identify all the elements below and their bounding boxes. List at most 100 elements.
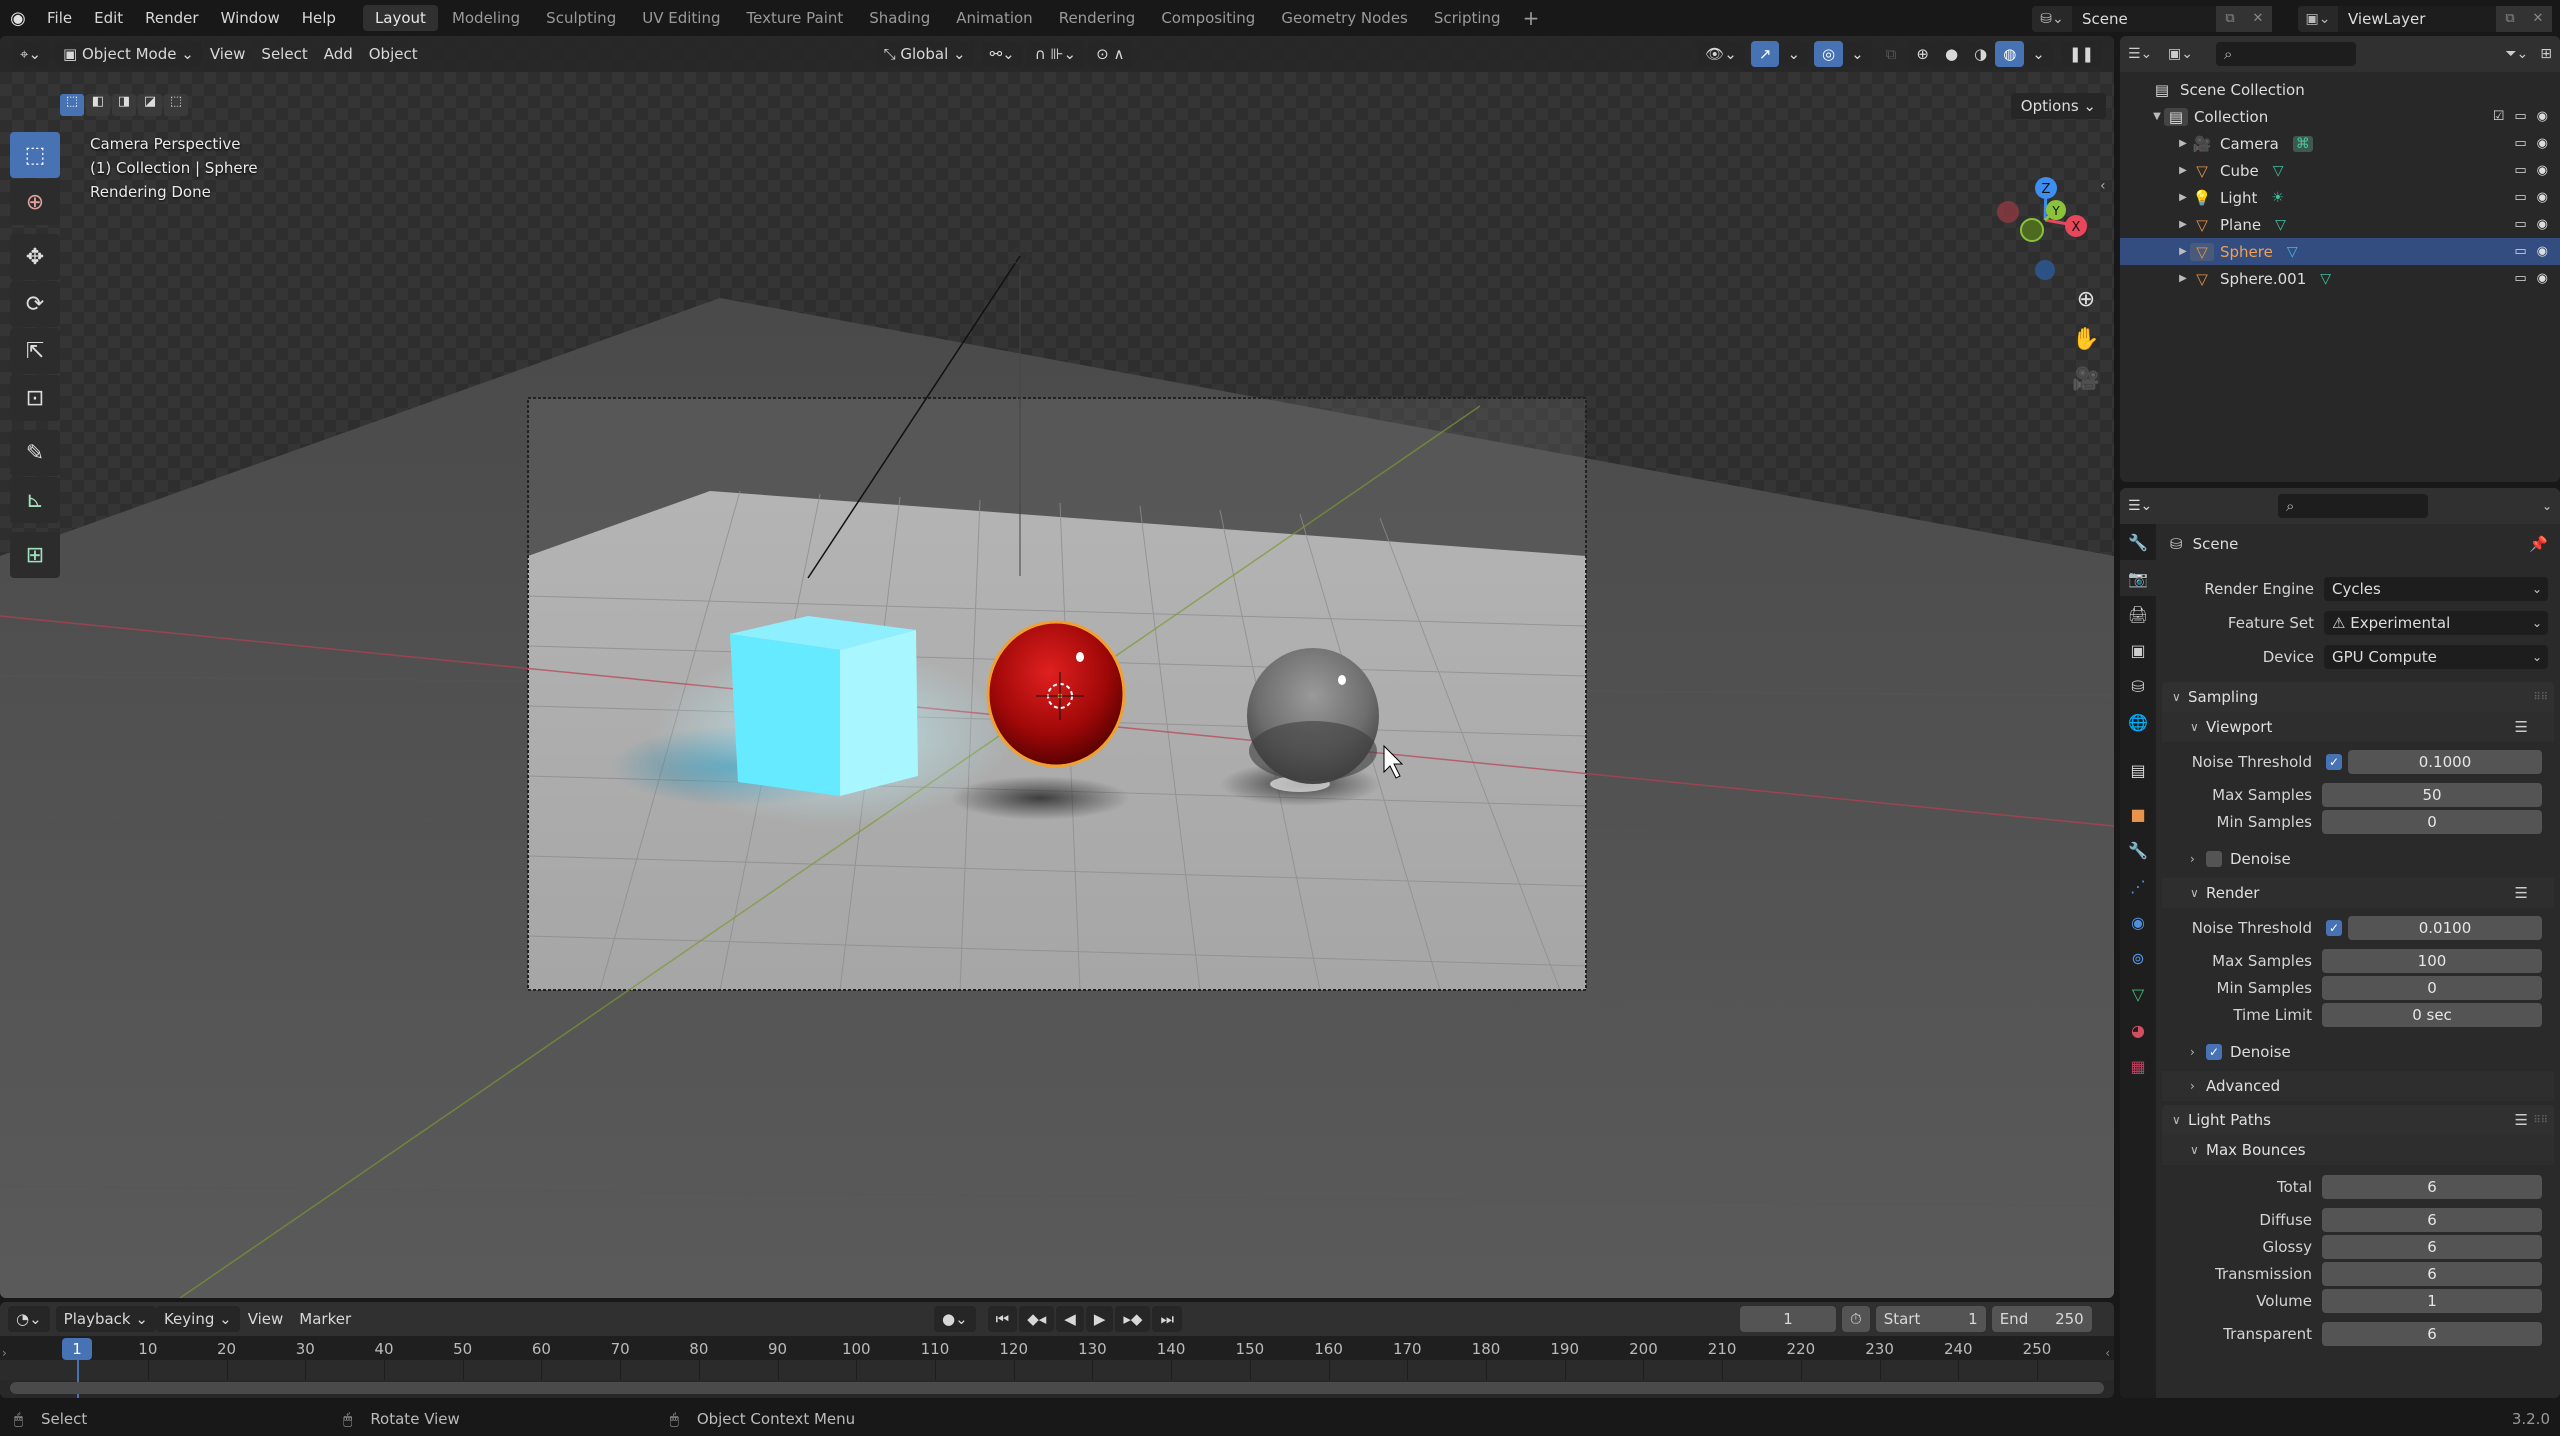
mesh-data-icon[interactable]: ▽ [2320,271,2331,287]
end-frame-field[interactable]: End 250 [1991,1306,2092,1332]
tab-layout[interactable]: Layout [362,5,438,31]
render-time-limit-field[interactable]: 0 sec [2322,1002,2542,1027]
menu-window[interactable]: Window [210,0,291,36]
bounces-volume-field[interactable]: 1 [2322,1288,2542,1313]
shading-dropdown[interactable]: ⌄ [2024,41,2053,67]
pan-view-button[interactable]: ✋ [2068,322,2104,358]
presets-list-icon[interactable]: ☰ [2515,1111,2528,1129]
next-keyframe-button[interactable]: ▸◆ [1115,1306,1151,1332]
shading-rendered[interactable]: ◍ [1995,41,2025,67]
tab-scripting[interactable]: Scripting [1422,5,1513,31]
current-frame-indicator[interactable]: 1 [62,1338,92,1360]
tool-move[interactable]: ✥ [10,234,60,280]
tab-rendering[interactable]: Rendering [1047,5,1148,31]
sampling-header[interactable]: ∨ Sampling ⠿⠿ [2162,682,2554,712]
viewport-max-samples-field[interactable]: 50 [2322,782,2542,807]
overlay-toggle[interactable]: ◎ [1814,41,1844,67]
timeline-ruler[interactable]: 1 10 20 30 40 50 60 70 80 90 100 110 120 130 140 150 16… [0,1336,2114,1360]
collapse-sidebar-icon[interactable]: ‹ [2105,1346,2110,1360]
tab-material[interactable]: ◕ [2120,1012,2156,1048]
tab-physics[interactable]: ◉ [2120,904,2156,940]
viewport-menu-view[interactable]: View [202,41,254,67]
presets-list-icon[interactable]: ☰ [2515,718,2528,736]
timeline-scrollbar[interactable] [10,1382,2104,1394]
viewport-visibility-icon[interactable]: ▭ [2514,109,2526,124]
gizmo-neg-z[interactable] [2035,260,2055,280]
options-dropdown[interactable]: Options ⌄ [2010,93,2106,119]
tab-view-layer[interactable]: ▣ [2120,632,2156,668]
tool-rotate[interactable]: ⟳ [10,281,60,327]
expand-icon[interactable]: ▶ [2176,273,2190,284]
playback-menu[interactable]: Playback ⌄ [55,1306,156,1332]
overlay-dropdown[interactable]: ⌄ [1843,41,1872,67]
jump-end-button[interactable]: ⏭ [1152,1306,1182,1332]
tool-scale[interactable]: ⇱ [10,328,60,374]
sidebar-toggle-icon[interactable]: ‹ [2100,178,2106,194]
render-min-samples-field[interactable]: 0 [2322,975,2542,1000]
display-mode-icon[interactable]: ▣⌄ [2168,46,2208,62]
select-extend-icon[interactable]: ◧ [86,94,110,116]
tab-texture[interactable]: ▦ [2120,1048,2156,1084]
object-mode-dropdown[interactable]: ▣ Object Mode ⌄ [55,41,202,67]
viewport-visibility-icon[interactable]: ▭ [2514,244,2526,259]
drag-grip-icon[interactable]: ⠿⠿ [2533,1115,2548,1126]
mesh-data-icon[interactable]: ▽ [2287,244,2298,260]
bounces-diffuse-field[interactable]: 6 [2322,1207,2542,1232]
expand-icon[interactable]: ▶ [2176,138,2190,149]
render-denoise-checkbox[interactable]: ✓ [2206,1043,2222,1060]
expand-icon[interactable]: ▶ [2176,165,2190,176]
outliner-item-sphere[interactable]: ▶ ▽ Sphere ▽ ▭ ◉ [2120,238,2560,265]
new-collection-icon[interactable]: ⊞ [2540,46,2552,62]
shading-solid[interactable]: ● [1937,41,1967,67]
camera-view-button[interactable]: 🎥 [2068,362,2104,398]
tab-sculpting[interactable]: Sculpting [534,5,628,31]
viewport-menu-add[interactable]: Add [316,41,361,67]
bounces-total-field[interactable]: 6 [2322,1174,2542,1199]
expand-channels-icon[interactable]: › [2,1346,7,1360]
tab-constraints[interactable]: ⊚ [2120,940,2156,976]
viewport-visibility-icon[interactable]: ▭ [2514,271,2526,286]
start-frame-field[interactable]: Start 1 [1875,1306,1986,1332]
timeline-marker-menu[interactable]: Marker [291,1306,359,1332]
device-dropdown[interactable]: GPU Compute ⌄ [2324,645,2548,669]
tab-collection[interactable]: ▤ [2120,752,2156,788]
visibility-dropdown[interactable]: 👁⌄ [1697,41,1745,67]
view-layer-selector[interactable]: ▣⌄ ViewLayer ⧉ ✕ [2298,6,2552,32]
bounces-glossy-field[interactable]: 6 [2322,1234,2542,1259]
tool-transform[interactable]: ⊡ [10,375,60,421]
filter-icon[interactable]: ⏷⌄ [2505,46,2528,62]
viewport-denoise-checkbox[interactable] [2206,850,2222,867]
bounces-transmission-field[interactable]: 6 [2322,1261,2542,1286]
glass-sphere-object[interactable] [1247,648,1379,784]
editor-type-button[interactable]: ⌖⌄ [12,41,50,67]
tab-uv-editing[interactable]: UV Editing [630,5,732,31]
render-visibility-icon[interactable]: ◉ [2537,109,2548,124]
tab-shading[interactable]: Shading [857,5,942,31]
render-visibility-icon[interactable]: ◉ [2537,163,2548,178]
render-visibility-icon[interactable]: ◉ [2537,244,2548,259]
copy-scene-icon[interactable]: ⧉ [2216,6,2244,32]
shading-wireframe[interactable]: ⊕ [1908,41,1937,67]
light-data-icon[interactable]: ☀ [2271,190,2284,206]
shading-material[interactable]: ◑ [1966,41,1996,67]
gizmo-toggle[interactable]: ↗ [1750,41,1780,67]
expand-collection-icon[interactable]: ▼ [2150,111,2164,122]
properties-editor-type-icon[interactable]: ☰⌄ [2128,498,2168,514]
pause-render-button[interactable]: ❚❚ [2060,41,2102,67]
viewport-visibility-icon[interactable]: ▭ [2514,163,2526,178]
tool-annotate[interactable]: ✎ [10,430,60,476]
gizmo-neg-x[interactable] [1997,201,2019,223]
scene-selector[interactable]: ⛁⌄ Scene ⧉ ✕ [2032,6,2272,32]
viewport-menu-object[interactable]: Object [361,41,426,67]
timeline-editor-type-button[interactable]: ◔⌄ [8,1306,50,1332]
tab-data[interactable]: ▽ [2120,976,2156,1012]
sphere-object-selected[interactable] [986,620,1126,768]
close-view-layer-icon[interactable]: ✕ [2524,6,2552,32]
3d-viewport[interactable]: ⌖⌄ ▣ Object Mode ⌄ View Select Add Objec… [0,36,2114,1298]
menu-file[interactable]: File [36,0,83,36]
tab-modifiers[interactable]: 🔧 [2120,832,2156,868]
tab-particles[interactable]: ⋰ [2120,868,2156,904]
transform-orientation-dropdown[interactable]: ⤡ Global ⌄ [875,41,974,67]
add-workspace-button[interactable]: + [1515,6,1548,30]
tool-select-box[interactable]: ⬚ [10,132,60,178]
